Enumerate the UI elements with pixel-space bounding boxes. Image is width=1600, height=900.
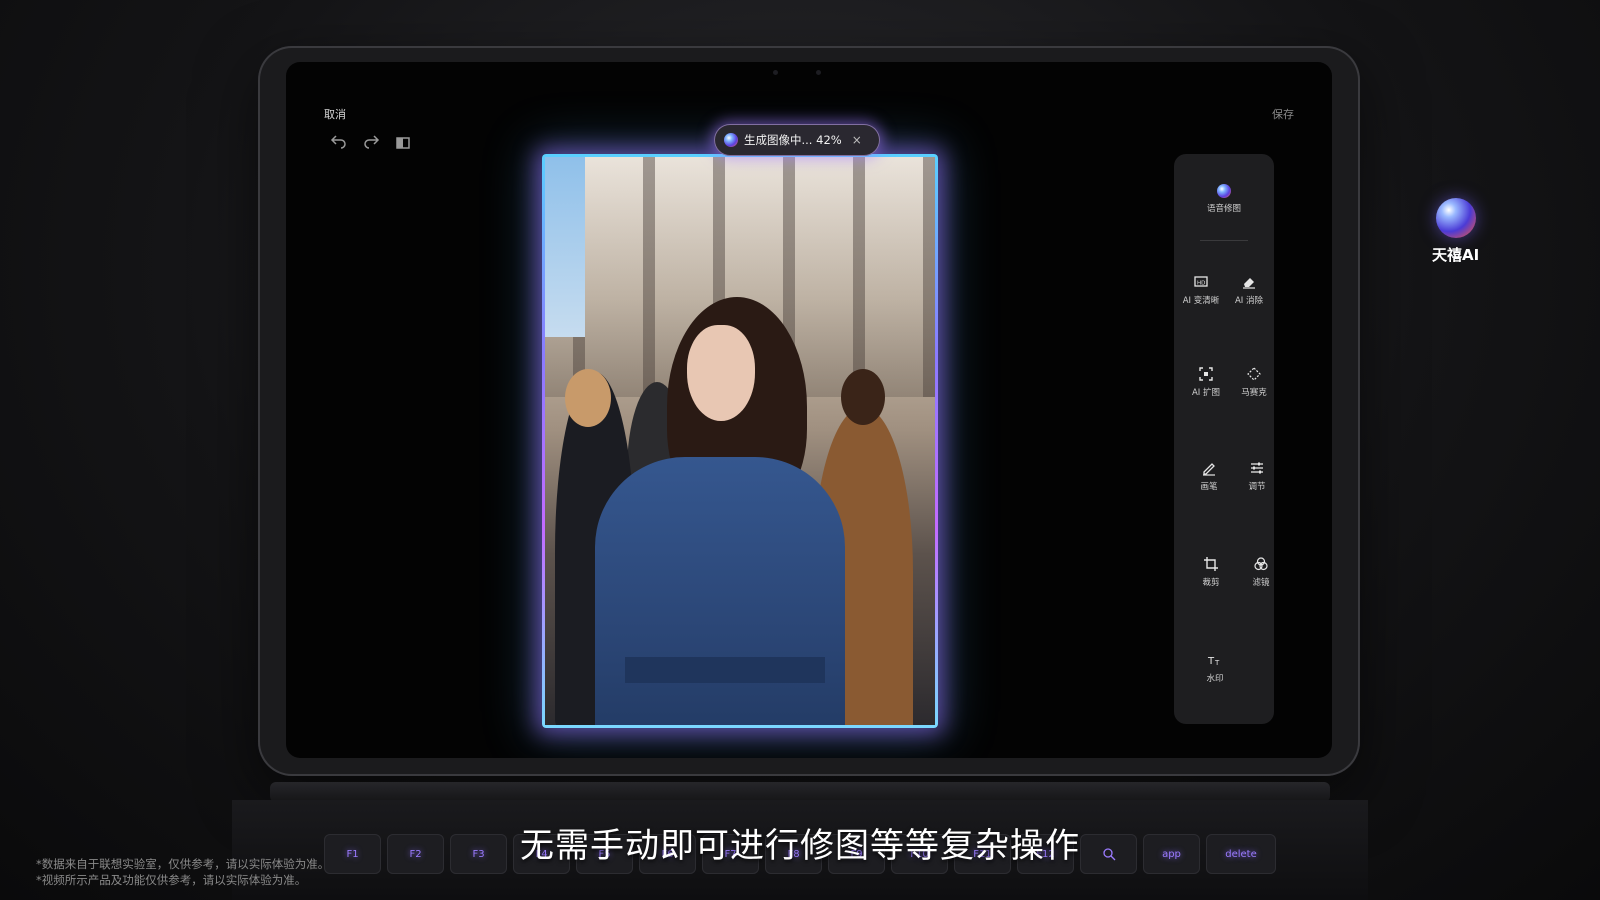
tool-label: 滤镜 — [1252, 578, 1270, 588]
tool-watermark[interactable]: T T 水印 — [1190, 652, 1240, 684]
tool-voice-edit[interactable]: 语音修图 — [1199, 184, 1249, 214]
svg-text:HD: HD — [1197, 281, 1205, 287]
progress-text: 生成图像中... 42% — [744, 133, 842, 147]
tool-ai-expand[interactable]: AI 扩图 — [1181, 366, 1231, 398]
hd-enhance-icon: HD — [1194, 276, 1208, 287]
coat-belt — [625, 657, 825, 683]
ai-orb-icon — [724, 133, 738, 147]
tool-adjust[interactable]: 调节 — [1232, 460, 1282, 492]
tool-label: 水印 — [1206, 674, 1224, 684]
redo-icon[interactable] — [362, 134, 380, 152]
eraser-icon — [1243, 278, 1255, 289]
expand-icon — [1199, 367, 1213, 381]
tool-label: 画笔 — [1200, 482, 1218, 492]
sky — [545, 157, 585, 337]
tool-label: 语音修图 — [1206, 204, 1241, 214]
history-toolbar — [330, 134, 412, 152]
generation-progress-pill: 生成图像中... 42% × — [714, 124, 880, 156]
panel-divider — [1200, 240, 1248, 241]
right-person-head — [841, 369, 885, 425]
photo-canvas-glow — [542, 154, 938, 728]
subject-face — [687, 325, 755, 421]
undo-icon[interactable] — [330, 134, 348, 152]
pen-icon — [1203, 463, 1215, 476]
cancel-button[interactable]: 取消 — [324, 106, 346, 122]
tablet-device: 取消 保存 生成图像中... 42% × 语音修图 HD AI 变清晰 AI 消… — [258, 46, 1360, 776]
left-person-head — [565, 369, 611, 427]
tool-brush[interactable]: 画笔 — [1184, 460, 1234, 492]
close-icon[interactable]: × — [852, 133, 862, 147]
svg-text:T: T — [1207, 656, 1215, 667]
ai-brand: 天禧AI — [1432, 198, 1479, 265]
tool-label: AI 变清晰 — [1182, 296, 1220, 306]
tool-label: AI 扩图 — [1191, 388, 1221, 398]
subject-coat — [595, 457, 845, 725]
tool-label: 裁剪 — [1202, 578, 1220, 588]
tool-filter[interactable]: 滤镜 — [1236, 556, 1286, 588]
tool-crop[interactable]: 裁剪 — [1186, 556, 1236, 588]
compare-icon[interactable] — [394, 134, 412, 152]
text-watermark-icon: T T — [1207, 656, 1220, 667]
tool-label: AI 消除 — [1234, 296, 1264, 306]
mosaic-icon — [1247, 367, 1261, 381]
crop-icon — [1204, 557, 1218, 571]
edited-photo[interactable] — [545, 157, 935, 725]
save-button[interactable]: 保存 — [1272, 106, 1294, 122]
keyboard-hinge — [270, 782, 1330, 802]
tool-label: 马赛克 — [1241, 388, 1267, 398]
tool-panel: 语音修图 HD AI 变清晰 AI 消除 AI 扩图 马赛克 画笔 调节 裁剪 … — [1174, 154, 1274, 724]
voice-ai-orb-icon — [1217, 184, 1231, 198]
camera-sensor — [773, 70, 778, 75]
camera-lens — [816, 70, 821, 75]
tool-ai-erase[interactable]: AI 消除 — [1224, 274, 1274, 306]
svg-text:T: T — [1214, 659, 1220, 667]
tool-mosaic[interactable]: 马赛克 — [1229, 366, 1279, 398]
filter-icon — [1254, 557, 1268, 571]
disclaimer-line-1: *数据来自于联想实验室，仅供参考，请以实际体验为准。 — [36, 857, 330, 871]
tool-ai-enhance[interactable]: HD AI 变清晰 — [1176, 274, 1226, 306]
ai-orb-logo-icon — [1435, 198, 1476, 238]
disclaimer-line-2: *视频所示产品及功能仅供参考，请以实际体验为准。 — [36, 873, 307, 887]
photo-editor-screen: 取消 保存 生成图像中... 42% × 语音修图 HD AI 变清晰 AI 消… — [286, 62, 1332, 758]
brand-label: 天禧AI — [1432, 246, 1480, 264]
sliders-icon — [1251, 462, 1263, 474]
tool-label: 调节 — [1248, 482, 1266, 492]
